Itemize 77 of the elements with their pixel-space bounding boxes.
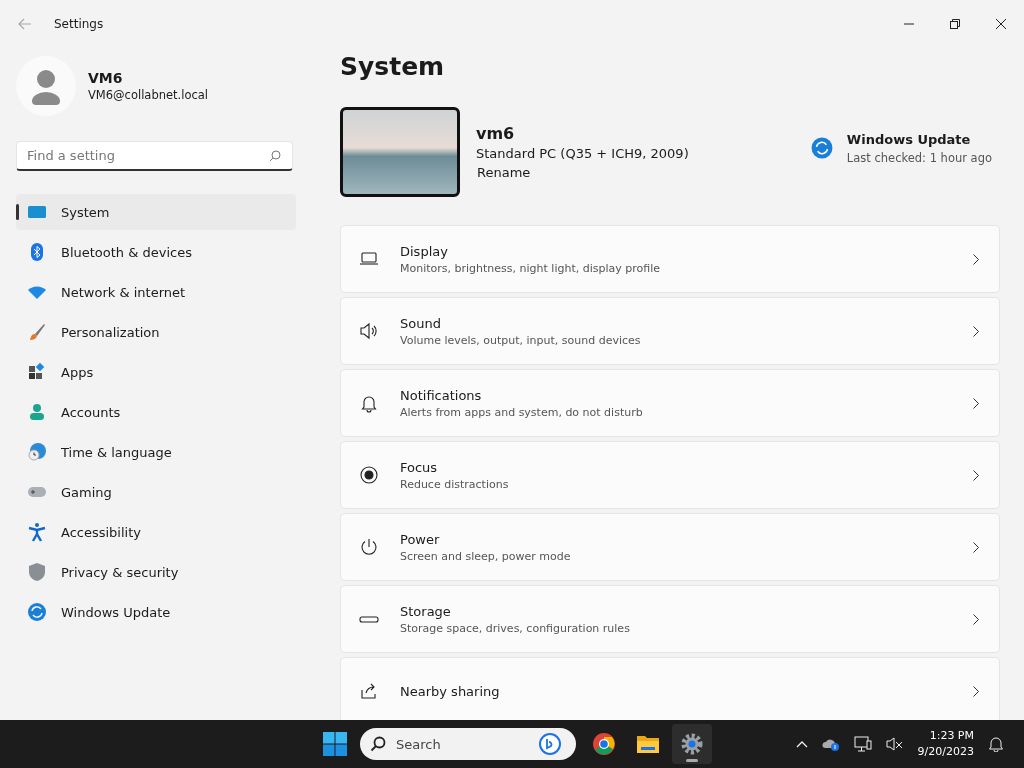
person-icon (27, 402, 47, 422)
setting-description: Volume levels, output, input, sound devices (400, 333, 642, 347)
sidebar-item[interactable]: Windows Update (16, 594, 296, 630)
gear-icon (680, 732, 704, 756)
account-name: VM6 (88, 70, 124, 86)
sync-icon (27, 602, 47, 622)
chevron-right-icon (973, 541, 979, 553)
setting-title: Sound (400, 315, 442, 331)
sidebar-item[interactable]: Accounts (16, 394, 296, 430)
power-icon (359, 537, 379, 557)
setting-description: Alerts from apps and system, do not disturb (400, 405, 644, 419)
setting-card[interactable]: Focus Reduce distractions (340, 441, 1000, 509)
setting-card[interactable]: Notifications Alerts from apps and system, do not disturb (340, 369, 1000, 437)
setting-card[interactable]: Power Screen and sleep, power mode (340, 513, 1000, 581)
chevron-right-icon (973, 685, 979, 697)
device-model: Standard PC (Q35 + ICH9, 2009) (476, 145, 689, 161)
apps-icon (27, 362, 47, 382)
taskbar-search-field[interactable]: Search (360, 728, 576, 760)
browser-icon (592, 732, 616, 756)
chevron-right-icon (973, 469, 979, 481)
sidebar-item[interactable]: Personalization (16, 314, 296, 350)
brush-icon (27, 322, 47, 342)
sidebar-item[interactable]: Time & language (16, 434, 296, 470)
setting-title: Display (400, 243, 449, 259)
page-title: System (340, 52, 446, 81)
chevron-right-icon (973, 397, 979, 409)
setting-title: Power (400, 531, 441, 547)
device-name: vm6 (476, 123, 516, 143)
clock[interactable]: 1:23 PM 9/20/2023 (917, 728, 974, 760)
sidebar-item[interactable]: Accessibility (16, 514, 296, 550)
setting-description: Screen and sleep, power mode (400, 549, 572, 563)
start-icon[interactable] (323, 732, 347, 756)
bell-icon (359, 393, 379, 413)
share-icon (359, 681, 379, 701)
chevron-right-icon (973, 613, 979, 625)
chat-bubble-icon[interactable] (538, 732, 562, 756)
sidebar-item[interactable]: System (16, 194, 296, 230)
setting-card[interactable]: Storage Storage space, drives, configuration rules (340, 585, 1000, 653)
avatar-icon (16, 56, 76, 116)
chevron-right-icon (973, 253, 979, 265)
settings-search-field[interactable]: Find a setting (16, 141, 293, 171)
search-icon (370, 736, 386, 752)
sidebar-item[interactable]: Bluetooth & devices (16, 234, 296, 270)
setting-description: Storage space, drives, configuration rules (400, 621, 631, 635)
taskbar-app[interactable] (672, 724, 712, 764)
shield-icon (27, 562, 47, 582)
sidebar-item[interactable]: Network & internet (16, 274, 296, 310)
accessibility-icon (27, 522, 47, 542)
setting-title: Notifications (400, 387, 483, 403)
update-status: Last checked: 1 hour ago (846, 150, 992, 165)
chevron-right-icon (973, 325, 979, 337)
setting-title: Storage (400, 603, 452, 619)
account-email: VM6@collabnet.local (88, 88, 209, 102)
setting-card[interactable]: Sound Volume levels, output, input, sound devices (340, 297, 1000, 365)
sidebar-item[interactable]: Privacy & security (16, 554, 296, 590)
setting-card[interactable]: Display Monitors, brightness, night light, display profile (340, 225, 1000, 293)
window-title: Settings (54, 17, 104, 31)
bell-icon[interactable] (988, 736, 1004, 752)
rename-link[interactable]: Rename (477, 164, 531, 180)
speaker-icon (359, 321, 379, 341)
setting-title: Focus (400, 459, 439, 475)
globe-clock-icon (27, 442, 47, 462)
sidebar-item[interactable]: Gaming (16, 474, 296, 510)
update-title[interactable]: Windows Update (846, 131, 992, 147)
setting-title: Nearby sharing (400, 683, 501, 699)
maximize-icon[interactable] (950, 19, 960, 29)
setting-description: Monitors, brightness, night light, display profile (400, 261, 662, 275)
setting-description: Reduce distractions (400, 477, 510, 491)
focus-icon (359, 465, 379, 485)
sync-icon[interactable] (810, 137, 833, 159)
close-icon[interactable] (996, 19, 1006, 29)
search-icon (269, 150, 281, 162)
chevron-up-icon[interactable] (795, 740, 808, 748)
setting-card[interactable]: Nearby sharing (340, 657, 1000, 720)
network-icon[interactable] (853, 736, 872, 752)
speaker-muted-icon[interactable] (885, 736, 904, 752)
sidebar-item[interactable]: Apps (16, 354, 296, 390)
